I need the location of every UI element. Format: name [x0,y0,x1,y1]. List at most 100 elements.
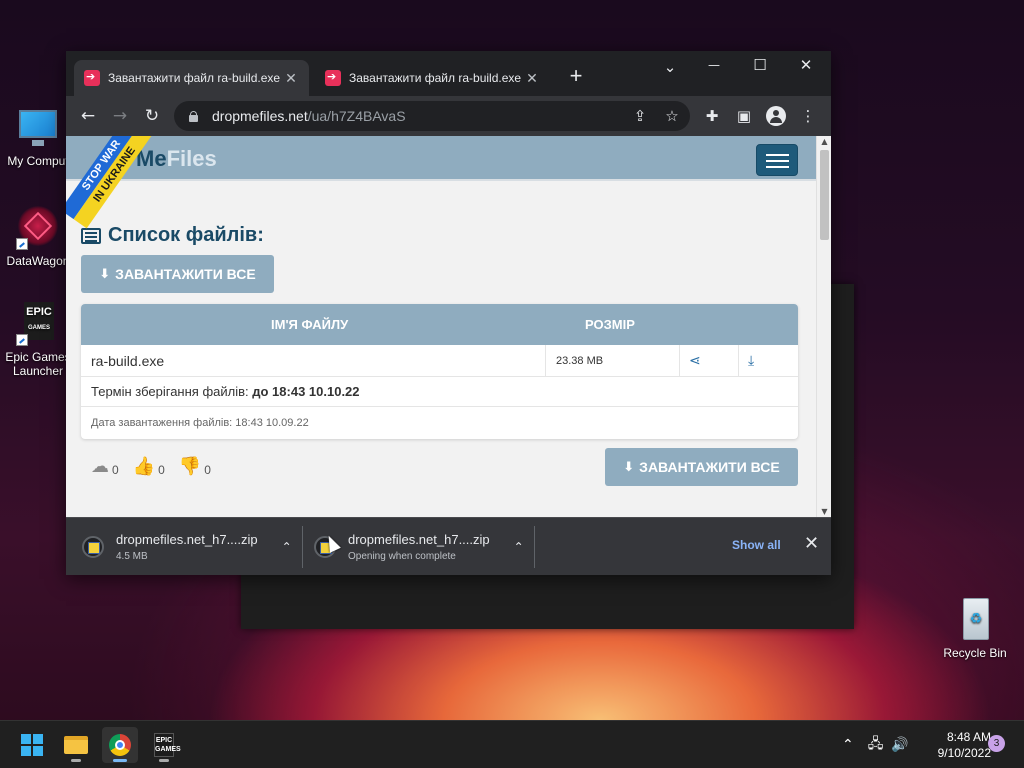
upload-date: Дата завантаження файлів: 18:43 10.09.22 [91,417,309,429]
extensions-puzzle-icon[interactable]: ✚ [701,105,723,127]
url-text: dropmefiles.net/ua/h7Z4BAvaS [212,108,406,124]
epic-games-icon: EPIC GAMES [16,302,60,346]
url-domain: dropmefiles.net [212,108,308,124]
volume-icon[interactable]: 🔊 [891,737,908,753]
reload-button[interactable]: ↻ [140,104,164,128]
desktop-icon-label: DataWagon [6,254,70,268]
scroll-up-arrow-icon[interactable]: ▲ [817,137,831,146]
zip-file-icon [82,536,104,558]
tab-inactive[interactable]: Завантажити файл ra-build.exe ✕ [315,60,550,96]
files-table: ІМ'Я ФАЙЛУ РОЗМІР ra-build.exe 23.38 MB … [81,304,798,439]
browser-window: Завантажити файл ra-build.exe ✕ Завантаж… [66,51,831,575]
tab-title: Завантажити файл ra-build.exe [349,71,522,85]
start-button[interactable] [14,727,50,763]
url-path: /ua/h7Z4BAvaS [307,108,406,124]
maximize-button[interactable]: ☐ [737,51,783,81]
desktop-icon-label: Recycle Bin [943,646,1007,660]
notification-badge[interactable]: 3 [988,735,1005,752]
profile-avatar-icon[interactable] [765,105,787,127]
download-all-button-top[interactable]: ⬇ ЗАВАНТАЖИТИ ВСЕ [81,255,274,293]
shortcut-arrow-icon [16,238,28,250]
show-all-button[interactable]: Show all [732,538,781,552]
network-icon[interactable]: 🖧 [868,733,884,757]
download-item[interactable]: dropmefiles.net_h7....zip Opening when c… [314,518,524,575]
download-all-button-bottom[interactable]: ⬇ ЗАВАНТАЖИТИ ВСЕ [605,448,798,486]
menu-kebab-icon[interactable]: ⋮ [797,105,819,127]
taskbar-clock[interactable]: 8:48 AM 9/10/2022 [921,729,991,761]
page-scrollbar[interactable]: ▲ ▼ [816,136,831,517]
address-bar[interactable]: dropmefiles.net/ua/h7Z4BAvaS [174,101,690,131]
heading-text: Список файлів: [108,224,264,246]
storage-row: Термін зберігання файлів: до 18:43 10.10… [81,377,798,407]
dislikes-count[interactable]: 👎 0 [179,456,211,477]
show-hidden-icons-chevron[interactable]: ⌃ [842,737,854,753]
tab-strip: Завантажити файл ra-build.exe ✕ Завантаж… [66,51,831,96]
download-all-label: ЗАВАНТАЖИТИ ВСЕ [115,266,256,282]
new-tab-button[interactable]: + [564,63,588,89]
minimize-button[interactable]: — [691,51,737,81]
folder-icon [64,736,88,754]
col-header-size: РОЗМІР [585,317,635,332]
clock-time: 8:48 AM [946,730,991,744]
datawagon-icon [16,206,60,250]
logo-files: Files [166,146,217,171]
lock-icon [188,111,198,122]
download-status: 4.5 MB [116,551,148,562]
desktop-icon-my-computer[interactable]: My Comput [0,106,76,168]
recycle-bin-icon: ♻ [953,598,997,642]
monitor-icon [16,106,60,150]
downloads-count: ☁ 0 [91,456,119,477]
file-name[interactable]: ra-build.exe [91,345,164,377]
dropmefiles-favicon-icon [325,70,341,86]
download-icon: ⬇ [623,459,635,475]
close-window-button[interactable]: ✕ [783,51,829,81]
desktop-icon-label: Epic Games Launcher [5,350,71,378]
share-file-icon[interactable]: ⋖ [689,345,701,377]
tab-close-icon[interactable]: ✕ [524,70,540,87]
file-stats: ☁ 0 👍 0 👎 0 [91,456,225,477]
thumbs-up-icon: 👍 [132,456,156,477]
side-panel-icon[interactable]: ▣ [733,105,755,127]
desktop-icon-recycle-bin[interactable]: ♻ Recycle Bin [937,598,1013,660]
cloud-download-icon: ☁ [91,456,109,477]
upload-date-row: Дата завантаження файлів: 18:43 10.09.22 [81,407,798,439]
download-file-icon[interactable]: ⤓ [748,345,754,377]
download-status: Opening when complete [348,551,456,562]
col-header-name: ІМ'Я ФАЙЛУ [271,317,349,332]
likes-count[interactable]: 👍 0 [133,456,165,477]
shortcut-arrow-icon [16,334,28,346]
scrollbar-thumb[interactable] [820,150,829,240]
download-item[interactable]: dropmefiles.net_h7....zip 4.5 MB ⌃ [82,518,292,575]
chevron-up-icon[interactable]: ⌃ [282,540,292,554]
chrome-icon [109,734,131,756]
share-icon[interactable]: ⇪ [629,105,651,127]
bookmark-star-icon[interactable]: ☆ [661,105,683,127]
taskbar-chrome[interactable] [102,727,138,763]
table-row[interactable]: ra-build.exe 23.38 MB ⋖ ⤓ [81,345,798,377]
likes-value: 0 [158,463,165,477]
hamburger-menu-button[interactable] [756,144,798,176]
downloads-bar: dropmefiles.net_h7....zip 4.5 MB ⌃ dropm… [66,517,831,575]
site-navbar: MeFiles [66,136,831,181]
chevron-up-icon[interactable]: ⌃ [514,540,524,554]
tab-close-icon[interactable]: ✕ [283,70,299,87]
forward-button[interactable]: → [108,104,132,128]
taskbar: EPIC GAMES ⌃ 🖧 🔊 8:48 AM 9/10/2022 [0,720,1024,768]
scroll-down-arrow-icon[interactable]: ▼ [817,507,831,516]
dislikes-value: 0 [204,463,211,477]
download-all-label: ЗАВАНТАЖИТИ ВСЕ [639,459,780,475]
taskbar-epic-games[interactable]: EPIC GAMES [146,727,182,763]
download-icon: ⬇ [99,266,111,282]
table-header: ІМ'Я ФАЙЛУ РОЗМІР [81,304,798,345]
page-heading: Список файлів: [81,224,264,247]
windows-logo-icon [21,734,43,756]
tab-active[interactable]: Завантажити файл ra-build.exe ✕ [74,60,309,96]
site-logo[interactable]: MeFiles [136,146,217,172]
desktop-icon-epic-games[interactable]: EPIC GAMES Epic Games Launcher [0,302,76,378]
tab-search-dropdown-icon[interactable]: ⌄ [647,53,693,83]
back-button[interactable]: ← [76,104,100,128]
thumbs-down-icon: 👎 [178,456,202,477]
taskbar-file-explorer[interactable] [58,727,94,763]
desktop-icon-datawagon[interactable]: DataWagon [0,206,76,268]
close-downloads-bar-icon[interactable]: ✕ [804,533,819,554]
